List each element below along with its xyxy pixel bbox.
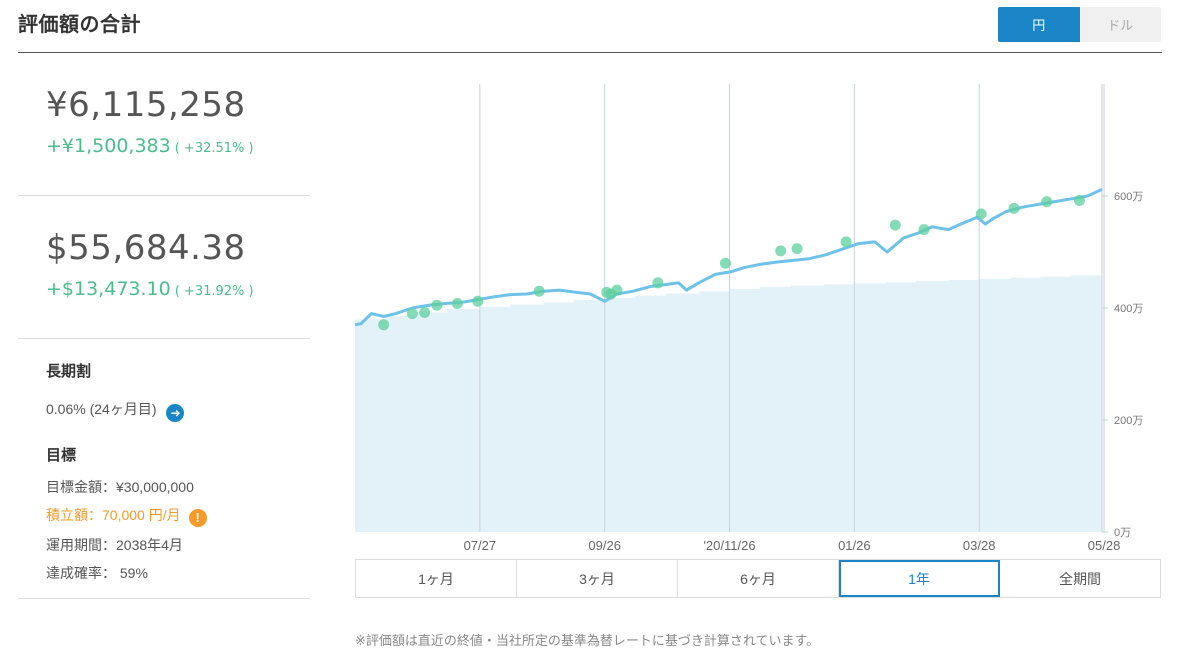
plan-info: 長期割 0.06% (24ヶ月目) ➜ 目標 目標金額：¥30,000,000 積… (46, 360, 306, 583)
footnote: ※評価額は直近の終値・当社所定の基準為替レートに基づき計算されています。 (355, 633, 820, 648)
trade-marker (918, 224, 930, 236)
usd-gain: +$13,473.10( +31.92% ) (46, 278, 254, 300)
currency-dollar-button[interactable]: ドル (1079, 7, 1161, 42)
trade-marker (791, 243, 803, 255)
contribution-area-layer (355, 274, 1102, 532)
y-tick-label: 400万 (1114, 303, 1143, 315)
jpy-total-value: ¥6,115,258 (46, 85, 246, 125)
trade-marker (1073, 194, 1085, 206)
usd-gain-amount: +$13,473.10 (46, 278, 171, 300)
jpy-total-box: ¥6,115,258 +¥1,500,383( +32.51% ) (18, 53, 310, 196)
trade-marker (1008, 202, 1020, 214)
trade-marker (378, 319, 390, 331)
x-tick-label: 09/26 (588, 538, 621, 553)
jpy-gain-amount: +¥1,500,383 (46, 135, 171, 157)
trade-marker (889, 219, 901, 231)
trade-marker (975, 208, 987, 220)
trade-marker (451, 298, 463, 310)
summary-bottom-divider (18, 598, 310, 599)
range-1-month[interactable]: 1ヶ月 (356, 560, 517, 597)
y-tick-label: 600万 (1114, 191, 1143, 203)
goal-monthly: 積立額：70,000 円/月 (46, 507, 181, 523)
valuation-chart: 07/27 09/26 '20/11/26 01/26 03/28 05/28 0万 200… (354, 84, 1143, 553)
range-all[interactable]: 全期間 (1000, 560, 1160, 597)
trade-marker (652, 277, 664, 289)
trade-marker (1041, 196, 1053, 208)
jpy-gain: +¥1,500,383( +32.51% ) (46, 135, 254, 157)
currency-yen-button[interactable]: 円 (998, 7, 1080, 42)
goal-monthly-row: 積立額：70,000 円/月! (46, 505, 306, 527)
trade-marker (406, 308, 418, 320)
y-tick-label: 200万 (1114, 415, 1143, 427)
y-axis-ticks: 0万 200万 400万 600万 (1114, 191, 1143, 539)
goal-target: 目標金額：¥30,000,000 (46, 479, 194, 495)
trade-marker (719, 257, 731, 269)
long-term-heading: 長期割 (46, 363, 92, 380)
x-tick-label: 03/28 (963, 538, 996, 553)
usd-total-value: $55,684.38 (46, 228, 246, 268)
range-1-year[interactable]: 1年 (839, 560, 1000, 597)
x-tick-label: 07/27 (464, 538, 497, 553)
x-tick-label: 05/28 (1088, 538, 1121, 553)
range-selector[interactable]: 1ヶ月 3ヶ月 6ヶ月 1年 全期間 (355, 559, 1161, 598)
trade-marker (611, 284, 623, 296)
trade-marker (775, 245, 787, 257)
warning-icon[interactable]: ! (188, 508, 207, 527)
y-tick-label: 0万 (1114, 527, 1131, 539)
x-tick-label: '20/11/26 (703, 538, 755, 553)
goal-heading: 目標 (46, 447, 77, 464)
trade-marker (840, 236, 852, 248)
x-tick-label: 01/26 (838, 538, 871, 553)
goal-probability: 達成確率： 59% (46, 564, 148, 581)
page-title: 評価額の合計 (18, 14, 141, 36)
goal-period: 運用期間：2038年4月 (46, 536, 183, 553)
range-3-months[interactable]: 3ヶ月 (517, 560, 678, 597)
range-6-months[interactable]: 6ヶ月 (678, 560, 839, 597)
trade-marker (431, 299, 443, 311)
x-axis-ticks: 07/27 09/26 '20/11/26 01/26 03/28 05/28 (464, 538, 1121, 553)
trade-marker (419, 306, 431, 318)
long-term-row: 0.06% (24ヶ月目) ➜ (46, 399, 306, 422)
trade-marker (472, 295, 484, 307)
summary-panel: ¥6,115,258 +¥1,500,383( +32.51% ) $55,68… (18, 53, 310, 339)
usd-total-box: $55,684.38 +$13,473.10( +31.92% ) (18, 196, 310, 339)
arrow-right-icon[interactable]: ➜ (166, 404, 185, 422)
long-term-value: 0.06% (24ヶ月目) (46, 401, 157, 417)
trade-marker (533, 285, 545, 297)
contribution-area (355, 274, 1102, 532)
usd-gain-percent: ( +31.92% ) (174, 284, 254, 299)
jpy-gain-percent: ( +32.51% ) (174, 141, 254, 156)
currency-toggle[interactable]: 円 ドル (998, 7, 1161, 42)
